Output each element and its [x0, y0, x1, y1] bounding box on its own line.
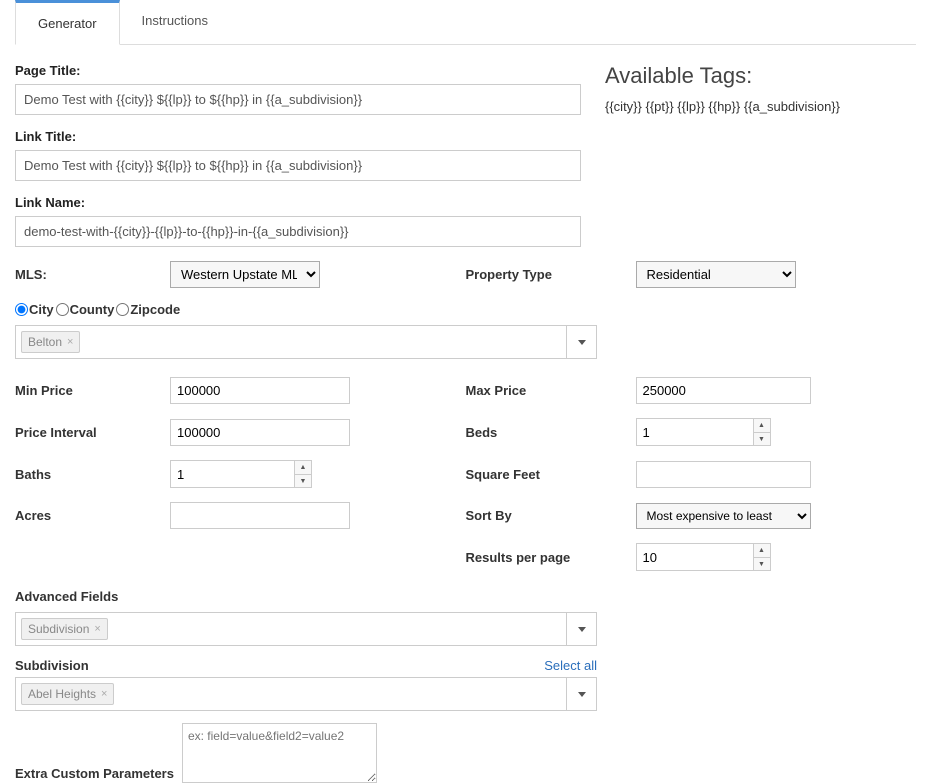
- min-price-input[interactable]: [170, 377, 350, 404]
- max-price-input[interactable]: [636, 377, 811, 404]
- location-radio-group: City County Zipcode: [15, 302, 916, 317]
- beds-up[interactable]: ▲: [754, 419, 770, 432]
- sort-by-label: Sort By: [466, 508, 636, 523]
- extra-custom-textarea[interactable]: [182, 723, 377, 783]
- chevron-down-icon: [578, 340, 586, 345]
- link-name-input[interactable]: [15, 216, 581, 247]
- advanced-fields-multiselect: Subdivision ×: [15, 612, 597, 646]
- results-per-page-label: Results per page: [466, 550, 636, 565]
- advanced-fields-label: Advanced Fields: [15, 589, 916, 604]
- subdiv-chip-area[interactable]: Abel Heights ×: [15, 677, 567, 711]
- square-feet-label: Square Feet: [466, 467, 636, 482]
- close-icon[interactable]: ×: [101, 688, 107, 700]
- radio-zipcode[interactable]: [116, 303, 129, 316]
- square-feet-input[interactable]: [636, 461, 811, 488]
- adv-chip-area[interactable]: Subdivision ×: [15, 612, 567, 646]
- baths-down[interactable]: ▼: [295, 474, 311, 487]
- price-interval-label: Price Interval: [15, 425, 170, 440]
- adv-chip: Subdivision ×: [21, 618, 108, 640]
- city-chip-label: Belton: [28, 335, 62, 349]
- radio-city[interactable]: [15, 303, 28, 316]
- beds-down[interactable]: ▼: [754, 432, 770, 445]
- page-title-input[interactable]: [15, 84, 581, 115]
- tabs-bar: Generator Instructions: [15, 0, 916, 45]
- rpp-up[interactable]: ▲: [754, 544, 770, 557]
- close-icon[interactable]: ×: [94, 623, 100, 635]
- radio-county-label: County: [70, 302, 115, 317]
- close-icon[interactable]: ×: [67, 336, 73, 348]
- radio-county[interactable]: [56, 303, 69, 316]
- beds-label: Beds: [466, 425, 636, 440]
- select-all-link[interactable]: Select all: [544, 658, 597, 673]
- page-title-label: Page Title:: [15, 63, 585, 78]
- city-dropdown-button[interactable]: [567, 325, 597, 359]
- price-interval-input[interactable]: [170, 419, 350, 446]
- property-type-select[interactable]: Residential: [636, 261, 796, 288]
- tab-instructions[interactable]: Instructions: [120, 0, 230, 44]
- acres-input[interactable]: [170, 502, 350, 529]
- subdiv-dropdown-button[interactable]: [567, 677, 597, 711]
- baths-label: Baths: [15, 467, 170, 482]
- city-chip-area[interactable]: Belton ×: [15, 325, 567, 359]
- link-name-label: Link Name:: [15, 195, 585, 210]
- subdiv-chip-label: Abel Heights: [28, 687, 96, 701]
- results-per-page-input[interactable]: [636, 543, 754, 571]
- city-multiselect: Belton ×: [15, 325, 597, 359]
- extra-custom-label: Extra Custom Parameters: [15, 766, 174, 783]
- min-price-label: Min Price: [15, 383, 170, 398]
- mls-label: MLS:: [15, 267, 170, 282]
- sort-by-select[interactable]: Most expensive to least: [636, 503, 811, 529]
- chevron-down-icon: [578, 692, 586, 697]
- max-price-label: Max Price: [466, 383, 636, 398]
- property-type-label: Property Type: [466, 267, 636, 282]
- radio-zipcode-label: Zipcode: [130, 302, 180, 317]
- available-tags-list: {{city}} {{pt}} {{lp}} {{hp}} {{a_subdiv…: [605, 99, 916, 114]
- adv-chip-label: Subdivision: [28, 622, 89, 636]
- city-chip: Belton ×: [21, 331, 80, 353]
- link-title-label: Link Title:: [15, 129, 585, 144]
- subdivision-label: Subdivision: [15, 658, 89, 673]
- rpp-down[interactable]: ▼: [754, 557, 770, 570]
- beds-input[interactable]: [636, 418, 754, 446]
- chevron-down-icon: [578, 627, 586, 632]
- link-title-input[interactable]: [15, 150, 581, 181]
- baths-input[interactable]: [170, 460, 295, 488]
- available-tags-title: Available Tags:: [605, 63, 916, 89]
- baths-up[interactable]: ▲: [295, 461, 311, 474]
- acres-label: Acres: [15, 508, 170, 523]
- mls-select[interactable]: Western Upstate MLS: [170, 261, 320, 288]
- tab-generator[interactable]: Generator: [15, 0, 120, 45]
- adv-dropdown-button[interactable]: [567, 612, 597, 646]
- radio-city-label: City: [29, 302, 54, 317]
- subdiv-chip: Abel Heights ×: [21, 683, 114, 705]
- subdivision-multiselect: Abel Heights ×: [15, 677, 597, 711]
